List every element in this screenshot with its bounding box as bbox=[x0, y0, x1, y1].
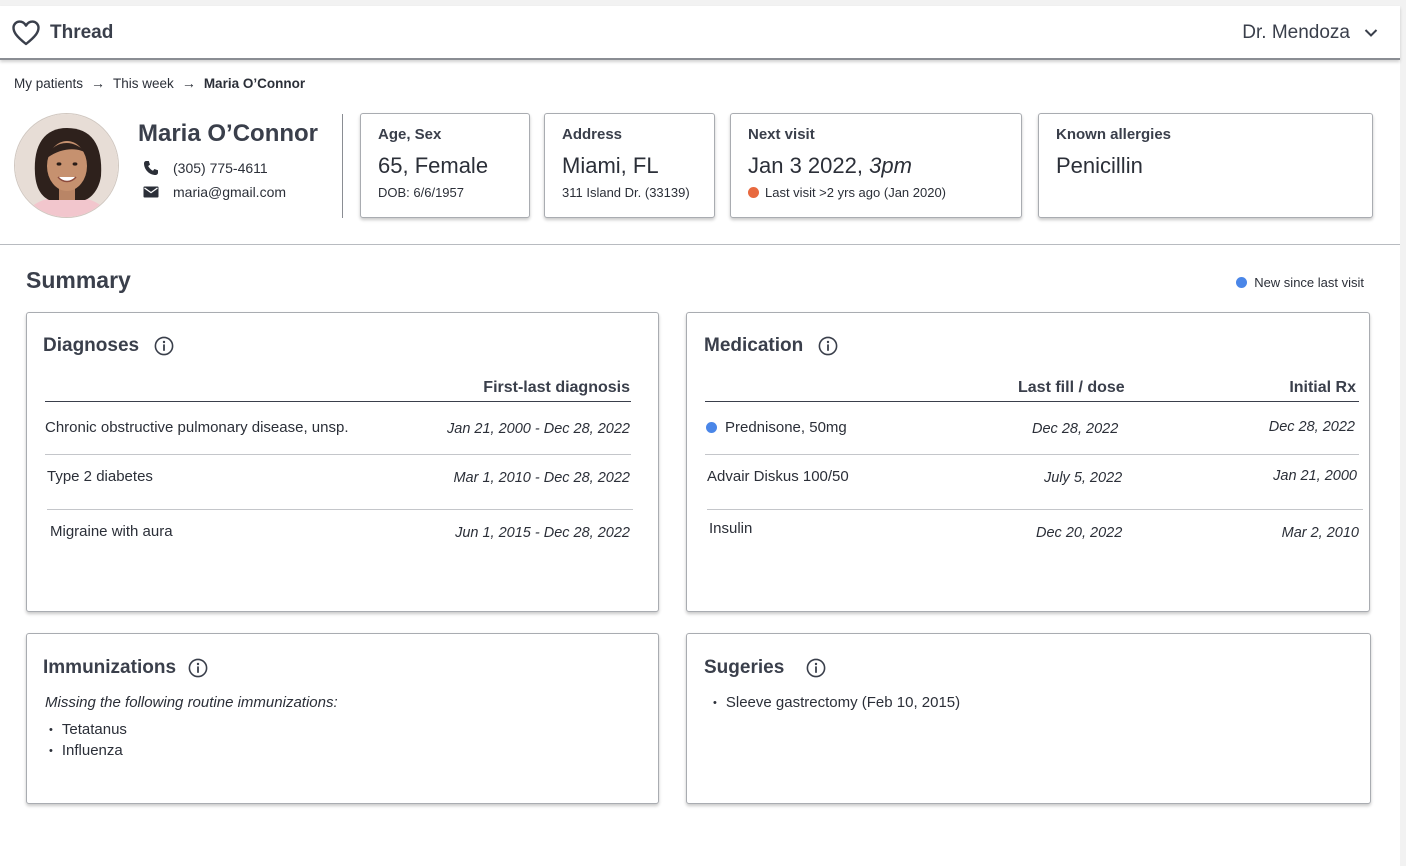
address-city: Miami, FL bbox=[562, 153, 659, 178]
row-divider bbox=[45, 454, 631, 455]
next-visit-value: Jan 3 2022, 3pm bbox=[748, 153, 1004, 179]
address-card: Address Miami, FL 311 Island Dr. (33139) bbox=[544, 113, 715, 218]
app-header: Thread Dr. Mendoza bbox=[0, 6, 1400, 60]
patient-avatar bbox=[14, 113, 119, 218]
medication-initial-rx: Jan 21, 2000 bbox=[1273, 468, 1357, 484]
col-first-last[interactable]: First-last diagnosis bbox=[483, 379, 630, 397]
right-strip bbox=[1400, 0, 1406, 866]
diagnosis-name: Type 2 diabetes bbox=[47, 468, 153, 485]
info-icon[interactable] bbox=[188, 658, 208, 678]
new-dot-icon bbox=[1236, 277, 1248, 288]
surgeries-list: Sleeve gastrectomy (Feb 10, 2015) bbox=[713, 693, 960, 714]
row-divider bbox=[705, 454, 1359, 455]
medication-initial-rx: Dec 28, 2022 bbox=[1268, 419, 1355, 435]
next-visit-label: Next visit bbox=[748, 126, 815, 143]
last-visit-note: Last visit >2 yrs ago (Jan 2020) bbox=[748, 185, 1004, 200]
diagnosis-name: Chronic obstructive pulmonary disease, u… bbox=[45, 419, 349, 436]
mail-icon bbox=[143, 186, 159, 198]
legend: New since last visit bbox=[1236, 275, 1364, 290]
user-menu[interactable]: Dr. Mendoza bbox=[1242, 22, 1378, 44]
legend-label: New since last visit bbox=[1254, 275, 1364, 290]
table-header-rule bbox=[45, 401, 631, 402]
next-visit-card: Next visit Jan 3 2022, 3pm Last visit >2… bbox=[730, 113, 1022, 218]
immunizations-heading: Immunizations bbox=[43, 657, 177, 678]
immunizations-panel: Immunizations Missing the following rout… bbox=[26, 633, 659, 804]
diagnosis-range: Mar 1, 2010 - Dec 28, 2022 bbox=[453, 470, 630, 486]
surgeries-panel: Sugeries Sleeve gastrectomy (Feb 10, 201… bbox=[686, 633, 1371, 804]
info-icon[interactable] bbox=[154, 336, 174, 356]
arrow-right-icon: → bbox=[91, 75, 106, 91]
next-visit-date: Jan 3 2022, bbox=[748, 153, 863, 178]
immunizations-list: Tetatanus Influenza bbox=[49, 720, 127, 761]
breadcrumb-my-patients[interactable]: My patients bbox=[14, 76, 83, 91]
app-logo[interactable]: Thread bbox=[12, 20, 113, 46]
age-sex-card: Age, Sex 65, Female DOB: 6/6/1957 bbox=[360, 113, 530, 218]
medication-label: Prednisone, 50mg bbox=[725, 419, 847, 436]
surgeries-heading: Sugeries bbox=[704, 657, 785, 678]
diagnosis-name: Migraine with aura bbox=[50, 523, 173, 540]
user-name: Dr. Mendoza bbox=[1242, 22, 1350, 43]
diagnosis-range: Jan 21, 2000 - Dec 28, 2022 bbox=[447, 421, 630, 437]
allergies-card: Known allergies Penicillin bbox=[1038, 113, 1373, 218]
allergies-value: Penicillin bbox=[1056, 153, 1143, 178]
immunizations-note: Missing the following routine immunizati… bbox=[45, 694, 338, 711]
medication-name: Insulin bbox=[709, 520, 753, 537]
medication-title: Medication bbox=[704, 335, 838, 357]
summary-title: Summary bbox=[26, 267, 131, 293]
address-street: 311 Island Dr. (33139) bbox=[562, 185, 690, 200]
medication-initial-rx: Mar 2, 2010 bbox=[1281, 525, 1359, 541]
next-visit-time: 3pm bbox=[869, 153, 912, 178]
phone-number: (305) 775-4611 bbox=[173, 160, 268, 176]
heart-icon bbox=[12, 20, 40, 46]
patient-email[interactable]: maria@gmail.com bbox=[143, 184, 286, 200]
section-divider bbox=[0, 244, 1400, 245]
info-icon[interactable] bbox=[818, 336, 838, 356]
chevron-down-icon bbox=[1364, 29, 1378, 37]
age-sex-value: 65, Female bbox=[378, 153, 489, 178]
info-icon[interactable] bbox=[806, 658, 826, 678]
breadcrumb: My patients → This week → Maria O’Connor bbox=[14, 75, 305, 91]
email-address: maria@gmail.com bbox=[173, 184, 287, 200]
medication-name: Advair Diskus 100/50 bbox=[707, 468, 849, 485]
new-dot-icon bbox=[706, 422, 717, 433]
breadcrumb-current: Maria O’Connor bbox=[203, 75, 306, 91]
dob-value: DOB: 6/6/1957 bbox=[378, 185, 464, 200]
allergies-label: Known allergies bbox=[1056, 126, 1172, 143]
list-item: Influenza bbox=[49, 741, 127, 762]
diagnoses-panel: Diagnoses First-last diagnosis Chronic o… bbox=[26, 312, 659, 612]
diagnoses-title: Diagnoses bbox=[43, 335, 174, 357]
medication-name: Prednisone, 50mg bbox=[706, 419, 847, 436]
col-last-fill[interactable]: Last fill / dose bbox=[1018, 379, 1125, 397]
divider bbox=[342, 114, 343, 218]
medication-last-fill: July 5, 2022 bbox=[1044, 470, 1123, 486]
phone-icon bbox=[144, 161, 158, 175]
row-divider bbox=[47, 509, 633, 510]
surgeries-title: Sugeries bbox=[704, 657, 826, 679]
table-header-rule bbox=[705, 401, 1359, 402]
row-divider bbox=[707, 509, 1363, 510]
patient-phone[interactable]: (305) 775-4611 bbox=[143, 160, 268, 176]
list-item: Sleeve gastrectomy (Feb 10, 2015) bbox=[713, 693, 960, 714]
list-item: Tetatanus bbox=[49, 720, 127, 741]
col-initial-rx[interactable]: Initial Rx bbox=[1289, 379, 1356, 397]
medication-last-fill: Dec 28, 2022 bbox=[1032, 421, 1119, 437]
alert-dot-icon bbox=[748, 187, 759, 198]
last-visit-text: Last visit >2 yrs ago (Jan 2020) bbox=[765, 185, 947, 200]
medication-panel: Medication Last fill / dose Initial Rx P… bbox=[686, 312, 1370, 612]
diagnosis-range: Jun 1, 2015 - Dec 28, 2022 bbox=[455, 525, 630, 541]
medication-heading: Medication bbox=[704, 335, 804, 356]
age-sex-label: Age, Sex bbox=[378, 126, 442, 143]
patient-name: Maria O’Connor bbox=[138, 120, 319, 147]
address-label: Address bbox=[562, 126, 623, 143]
app-title: Thread bbox=[50, 22, 114, 43]
medication-last-fill: Dec 20, 2022 bbox=[1036, 525, 1123, 541]
diagnoses-heading: Diagnoses bbox=[43, 335, 140, 356]
breadcrumb-this-week[interactable]: This week bbox=[113, 76, 174, 91]
arrow-right-icon: → bbox=[181, 75, 196, 91]
immunizations-title: Immunizations bbox=[43, 657, 208, 679]
